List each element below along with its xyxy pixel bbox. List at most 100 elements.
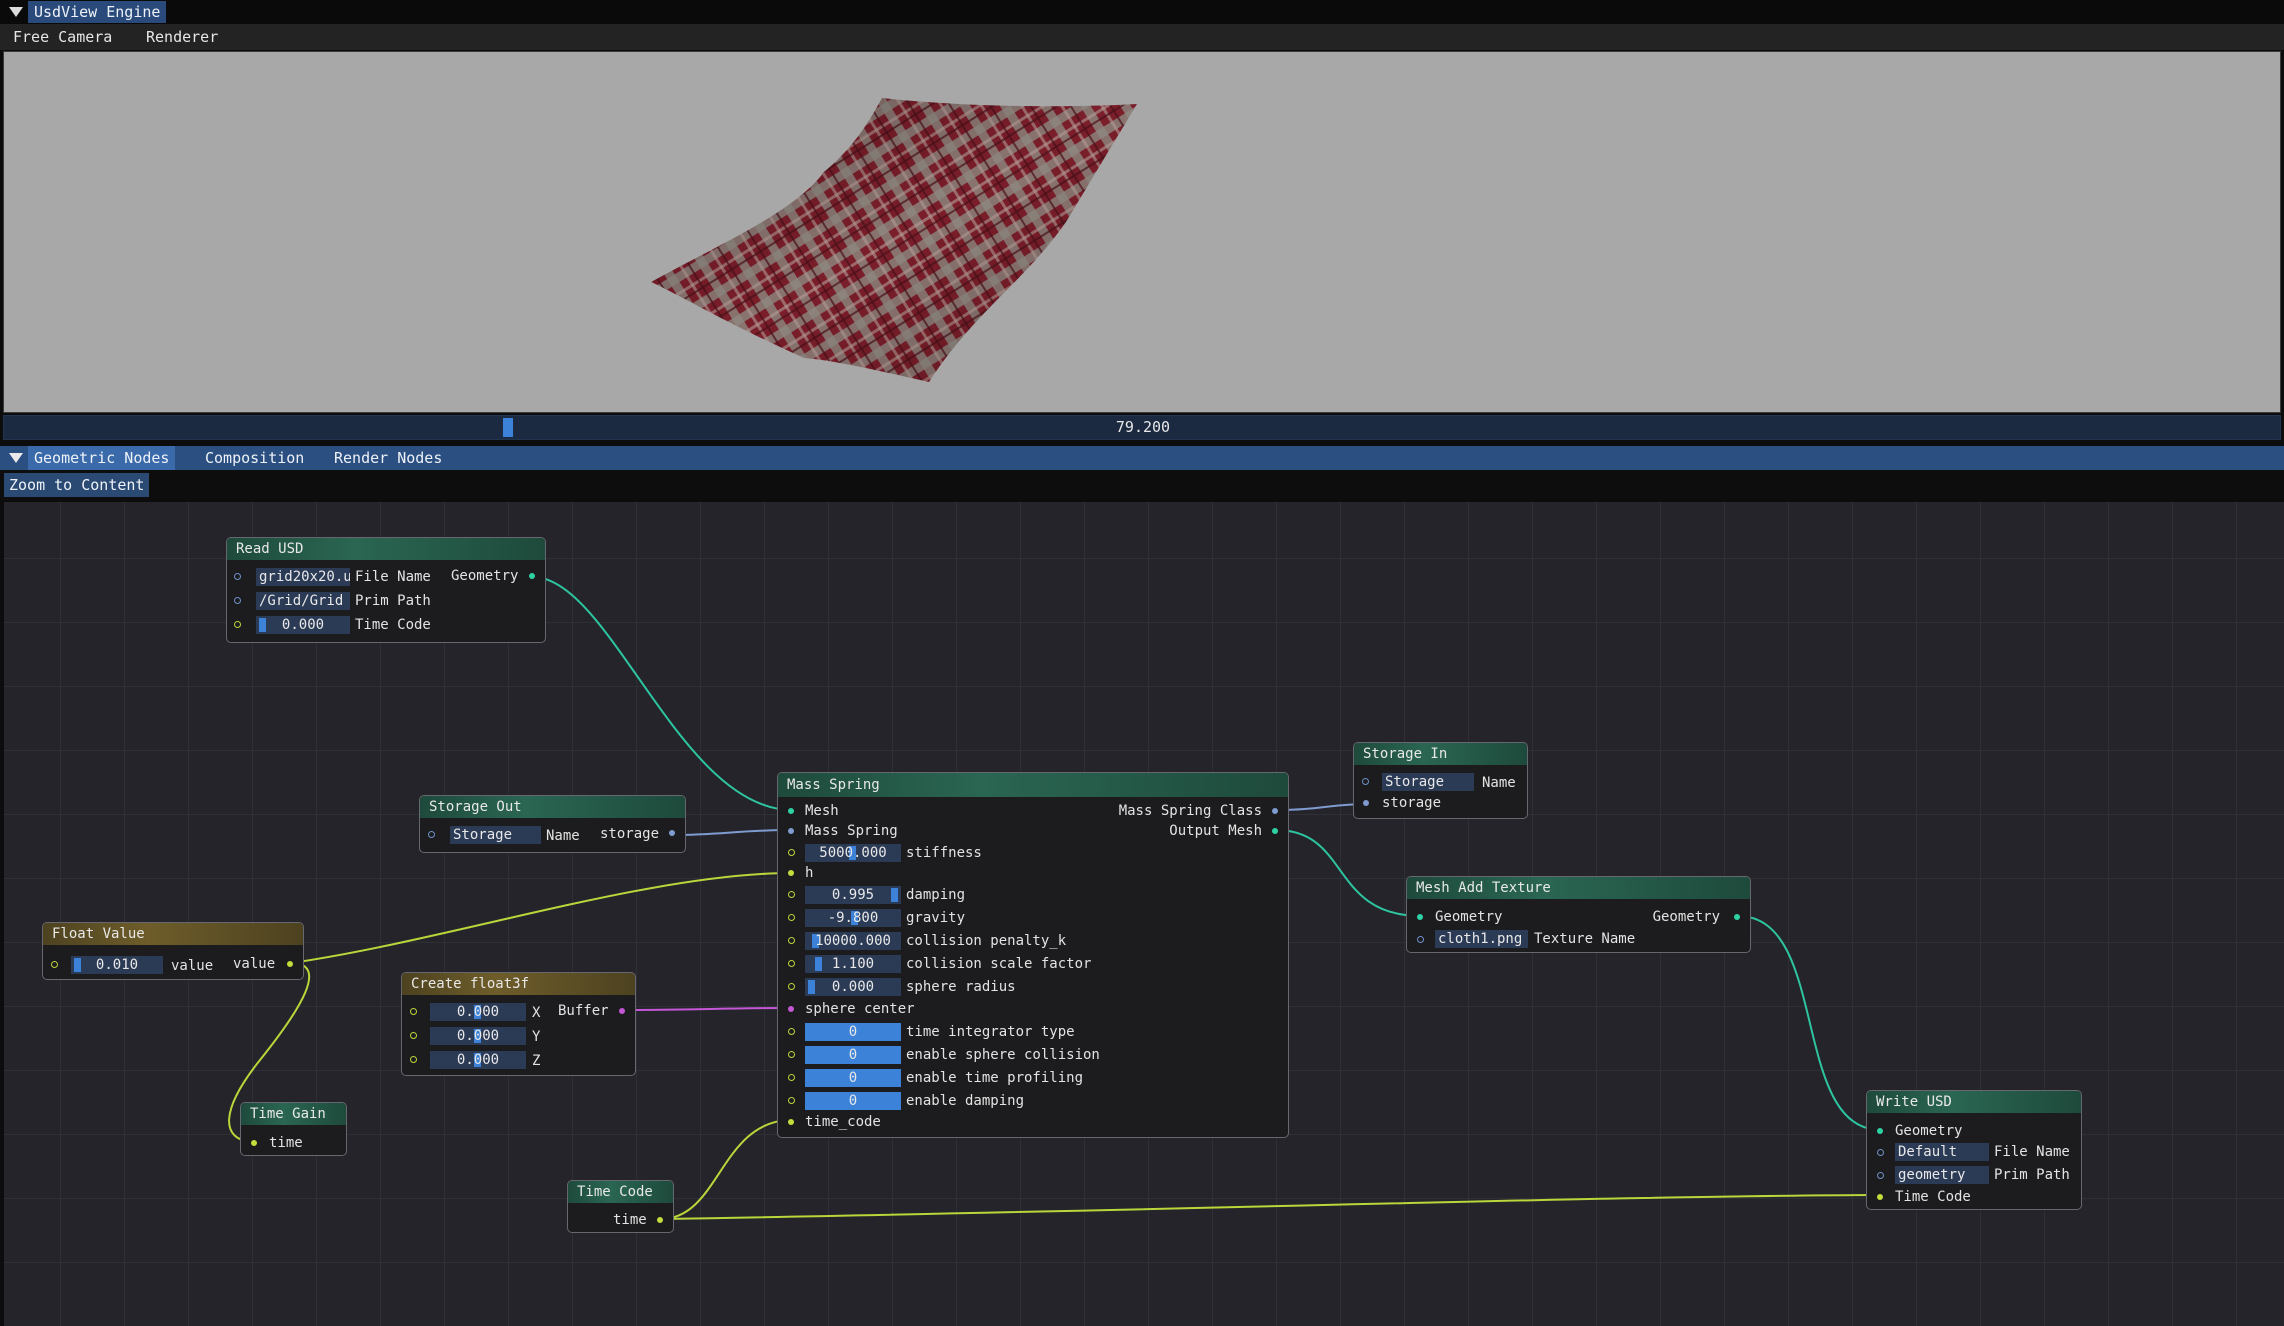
file-name-pin[interactable]: [234, 573, 241, 580]
damping-slider[interactable]: 0.995: [805, 886, 901, 904]
slider-grab[interactable]: [815, 957, 822, 971]
prim-path-field[interactable]: geometry: [1895, 1166, 1989, 1184]
node-create-float3f[interactable]: Create float3f 0.000 X Buffer 0.000 Y 0.…: [401, 972, 636, 1076]
timeline-value: 79.200: [1115, 418, 1171, 436]
collision-penalty-slider[interactable]: 10000.000: [805, 932, 901, 950]
z-pin[interactable]: [410, 1056, 417, 1063]
slider-grab[interactable]: [259, 618, 266, 632]
collision-scale-pin[interactable]: [788, 960, 795, 967]
time-integrator-slider[interactable]: 0: [805, 1023, 901, 1041]
window-title: UsdView Engine: [28, 1, 167, 23]
sphere-radius-slider[interactable]: 0.000: [805, 978, 901, 996]
timeline-slider[interactable]: 79.200: [3, 415, 2281, 440]
geometry-output-pin[interactable]: [529, 573, 535, 579]
tab-geometric-nodes[interactable]: Geometric Nodes: [28, 446, 176, 470]
prim-path-pin[interactable]: [1877, 1172, 1884, 1179]
output-mesh-pin[interactable]: [1272, 828, 1278, 834]
time-code-input-pin[interactable]: [788, 1119, 794, 1125]
geometry-input-pin[interactable]: [1877, 1128, 1883, 1134]
node-float-value[interactable]: Float Value 0.010 value value: [42, 922, 304, 980]
gravity-pin[interactable]: [788, 914, 795, 921]
stiffness-pin[interactable]: [788, 849, 795, 856]
enable-damping-slider[interactable]: 0: [805, 1092, 901, 1110]
node-mesh-add-texture[interactable]: Mesh Add Texture Geometry Geometry cloth…: [1406, 876, 1751, 953]
node-title: Float Value: [43, 923, 303, 945]
slider-grab[interactable]: [808, 980, 815, 994]
time-code-pin[interactable]: [234, 621, 241, 628]
storage-input-pin[interactable]: [1363, 800, 1369, 806]
collapse-triangle-icon[interactable]: [9, 7, 23, 17]
buffer-output-pin[interactable]: [619, 1008, 625, 1014]
gravity-label: gravity: [906, 910, 966, 926]
node-mass-spring[interactable]: Mass Spring Mesh Mass Spring Class Mass …: [777, 772, 1289, 1138]
texture-name-pin[interactable]: [1417, 936, 1424, 943]
mesh-input-label: Mesh: [805, 803, 839, 819]
node-storage-in[interactable]: Storage In Storage Name storage: [1353, 742, 1528, 819]
menu-renderer[interactable]: Renderer: [146, 24, 218, 50]
value-pin[interactable]: [51, 961, 58, 968]
y-pin[interactable]: [410, 1032, 417, 1039]
node-read-usd[interactable]: Read USD grid20x20.u File Name Geometry …: [226, 537, 546, 643]
mass-spring-input-pin[interactable]: [788, 828, 794, 834]
collision-scale-label: collision scale factor: [906, 956, 1092, 972]
slider-grab[interactable]: [74, 958, 81, 972]
time-code-slider[interactable]: 0.000: [256, 616, 350, 634]
node-editor-titlebar[interactable]: Geometric Nodes Composition Render Nodes: [0, 446, 2284, 470]
file-name-pin[interactable]: [1877, 1149, 1884, 1156]
y-field[interactable]: 0.000: [430, 1027, 526, 1045]
sphere-radius-pin[interactable]: [788, 983, 795, 990]
time-integrator-pin[interactable]: [788, 1028, 795, 1035]
value-slider[interactable]: 0.010: [71, 956, 163, 974]
geometry-output-label: Geometry: [451, 568, 519, 584]
collapse-triangle-icon[interactable]: [9, 453, 23, 463]
menu-free-camera[interactable]: Free Camera: [13, 24, 112, 50]
time-input-pin[interactable]: [251, 1140, 257, 1146]
geometry-input-pin[interactable]: [1417, 914, 1423, 920]
usdview-window-titlebar[interactable]: UsdView Engine: [0, 0, 2284, 24]
tab-render-nodes[interactable]: Render Nodes: [328, 446, 448, 470]
x-pin[interactable]: [410, 1008, 417, 1015]
storage-output-pin[interactable]: [669, 830, 675, 836]
mass-spring-class-output-pin[interactable]: [1272, 808, 1278, 814]
damping-pin[interactable]: [788, 891, 795, 898]
texture-name-field[interactable]: cloth1.png: [1435, 930, 1528, 948]
gravity-slider[interactable]: -9.800: [805, 909, 901, 927]
storage-name-field[interactable]: Storage: [450, 826, 541, 844]
tab-composition[interactable]: Composition: [199, 446, 310, 470]
file-name-field[interactable]: grid20x20.u: [256, 568, 350, 586]
collision-scale-slider[interactable]: 1.100: [805, 955, 901, 973]
slider-grab[interactable]: [891, 888, 898, 902]
node-write-usd[interactable]: Write USD Geometry Default File Name geo…: [1866, 1090, 2082, 1210]
file-name-field[interactable]: Default: [1895, 1143, 1989, 1161]
sphere-collision-slider[interactable]: 0: [805, 1046, 901, 1064]
time-profiling-slider[interactable]: 0: [805, 1069, 901, 1087]
time-code-input-label: time_code: [805, 1114, 881, 1130]
node-time-code[interactable]: Time Code time: [567, 1180, 674, 1233]
prim-path-field[interactable]: /Grid/Grid: [256, 592, 350, 610]
z-field[interactable]: 0.000: [430, 1051, 526, 1069]
collision-penalty-pin[interactable]: [788, 937, 795, 944]
geometry-output-pin[interactable]: [1734, 914, 1740, 920]
mesh-input-pin[interactable]: [788, 808, 794, 814]
sphere-radius-label: sphere radius: [906, 979, 1016, 995]
x-field[interactable]: 0.000: [430, 1003, 526, 1021]
storage-name-field[interactable]: Storage: [1382, 773, 1474, 791]
sphere-collision-pin[interactable]: [788, 1051, 795, 1058]
render-viewport[interactable]: [3, 51, 2281, 413]
damping-label: damping: [906, 887, 966, 903]
zoom-to-content-button[interactable]: Zoom to Content: [4, 473, 150, 497]
name-pin[interactable]: [428, 831, 435, 838]
stiffness-slider[interactable]: 5000.000: [805, 844, 901, 862]
prim-path-pin[interactable]: [234, 597, 241, 604]
time-output-pin[interactable]: [657, 1217, 663, 1223]
enable-damping-pin[interactable]: [788, 1097, 795, 1104]
h-input-pin[interactable]: [788, 870, 794, 876]
value-output-pin[interactable]: [287, 961, 293, 967]
time-profiling-pin[interactable]: [788, 1074, 795, 1081]
time-code-input-pin[interactable]: [1877, 1194, 1883, 1200]
node-time-gain[interactable]: Time Gain time: [240, 1102, 347, 1156]
y-label: Y: [532, 1029, 541, 1045]
sphere-center-pin[interactable]: [788, 1006, 794, 1012]
name-pin[interactable]: [1362, 778, 1369, 785]
node-storage-out[interactable]: Storage Out Storage Name storage: [419, 795, 686, 853]
